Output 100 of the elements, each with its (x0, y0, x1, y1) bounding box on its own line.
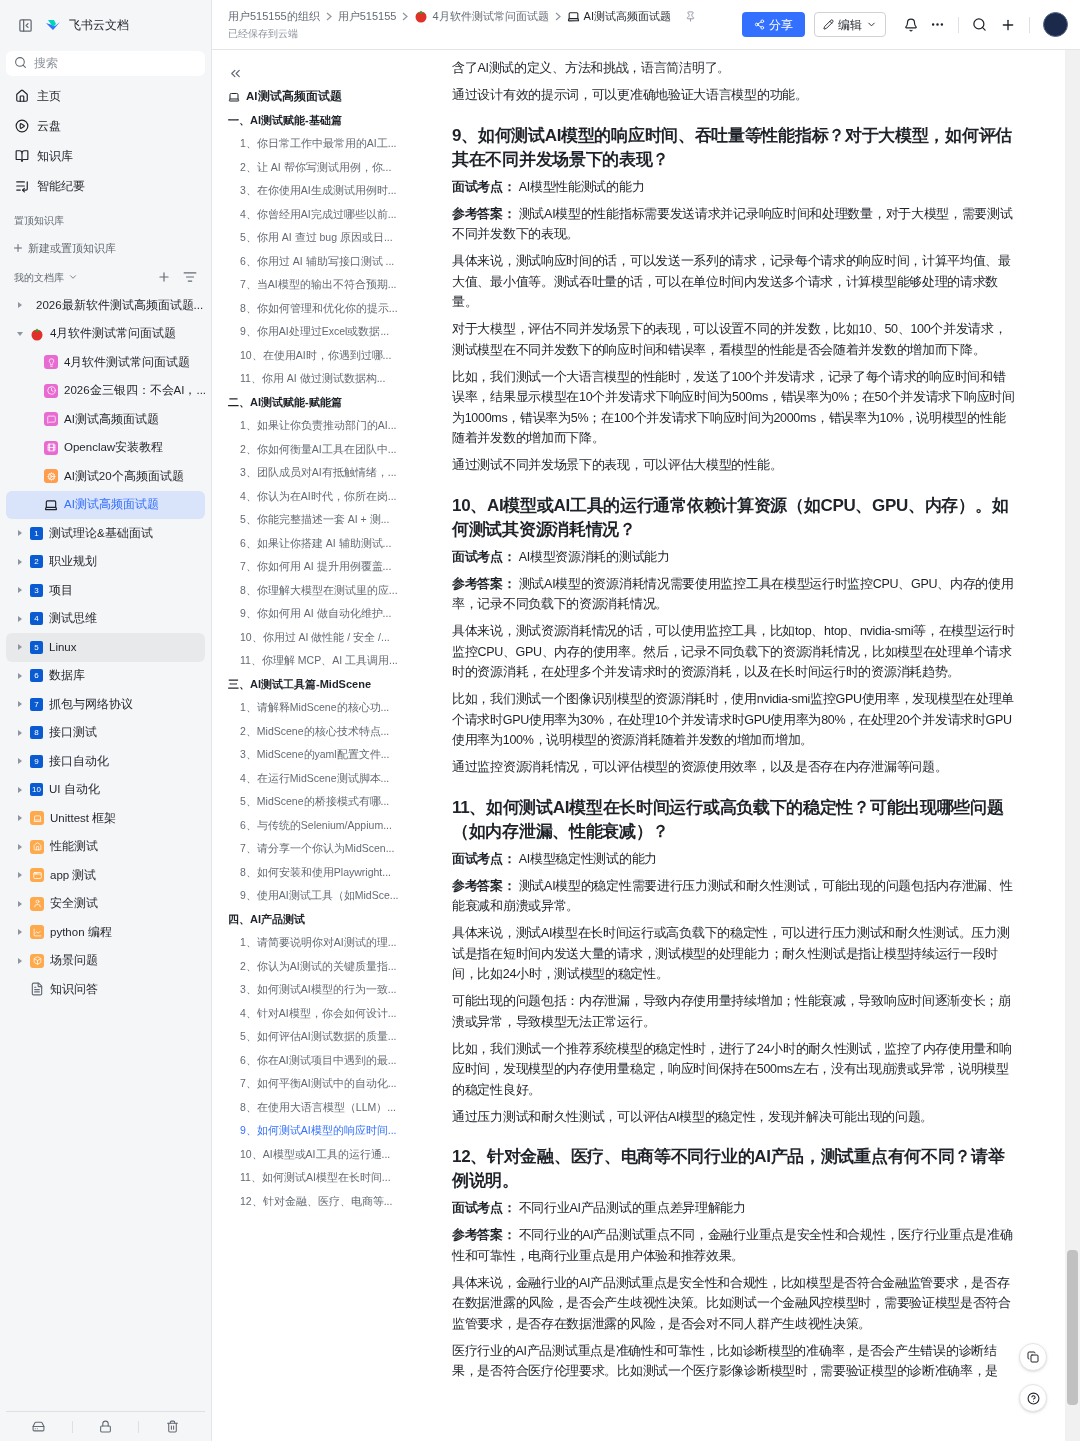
collapse-sidebar-icon[interactable] (18, 17, 33, 33)
outline-item[interactable]: 7、当AI模型的输出不符合预期... (228, 273, 432, 297)
tree-item[interactable]: 3 项目 (6, 576, 205, 605)
outline-item[interactable]: 8、你理解大模型在测试里的应... (228, 578, 432, 602)
caret-icon[interactable] (16, 871, 24, 880)
outline-item[interactable]: 7、你如何用 AI 提升用例覆盖... (228, 555, 432, 579)
outline-item[interactable]: 8、在使用大语言模型（LLM）... (228, 1095, 432, 1119)
outline-item[interactable]: 4、你曾经用AI完成过哪些以前... (228, 202, 432, 226)
search-icon[interactable] (972, 17, 987, 32)
caret-icon[interactable] (16, 728, 24, 737)
help-button[interactable] (1019, 1384, 1047, 1412)
breadcrumb-link[interactable]: 用户515155 (337, 8, 397, 25)
outline-heading[interactable]: 三、AI测试工具篇-MidScene (228, 672, 432, 696)
outline-item[interactable]: 9、你如何用 AI 做自动化维护... (228, 602, 432, 626)
nav-item[interactable]: 知识库 (0, 141, 211, 171)
scrollbar-thumb[interactable] (1067, 1250, 1078, 1405)
breadcrumb-link[interactable]: AI测试高频面试题 (566, 8, 671, 25)
avatar[interactable] (1043, 12, 1068, 37)
breadcrumb-link[interactable]: 4月软件测试常问面试题 (414, 8, 549, 25)
outline-item[interactable]: 11、你理解 MCP、AI 工具调用... (228, 649, 432, 673)
outline-item[interactable]: 3、团队成员对AI有抵触情绪，... (228, 461, 432, 485)
tree-item[interactable]: 5 Linux (6, 633, 205, 662)
caret-icon[interactable] (16, 529, 24, 538)
caret-icon[interactable] (16, 643, 24, 652)
tree-item[interactable]: 7 抓包与网络协议 (6, 690, 205, 719)
outline-item[interactable]: 5、MidScene的桥接模式有哪... (228, 790, 432, 814)
tree-item[interactable]: 2026最新软件测试高频面试题... (6, 291, 205, 320)
outline-item[interactable]: 9、你用AI处理过Excel或数据... (228, 320, 432, 344)
outline-item[interactable]: 9、使用AI测试工具（如MidSce... (228, 884, 432, 908)
tree-item[interactable]: 安全测试 (6, 889, 205, 918)
outline-item[interactable]: 11、如何测试AI模型在长时间... (228, 1166, 432, 1190)
outline-item[interactable]: 6、你用过 AI 辅助写接口测试 ... (228, 249, 432, 273)
caret-icon[interactable] (16, 928, 24, 937)
outline-item[interactable]: 4、针对AI模型，你会如何设计... (228, 1001, 432, 1025)
search-field[interactable]: 搜索 (6, 50, 205, 76)
outline-item[interactable]: 2、你认为AI测试的关键质量指... (228, 954, 432, 978)
outline-item[interactable]: 2、MidScene的核心技术特点... (228, 719, 432, 743)
caret-icon[interactable] (16, 557, 24, 566)
caret-icon[interactable] (16, 614, 24, 623)
outline-item[interactable]: 6、与传统的Selenium/Appium... (228, 813, 432, 837)
tree-item[interactable]: 1 测试理论&基础面试 (6, 519, 205, 548)
tree-item[interactable]: 性能测试 (6, 832, 205, 861)
caret-icon[interactable] (16, 586, 24, 595)
caret-icon[interactable] (16, 301, 24, 310)
tree-item[interactable]: Unittest 框架 (6, 804, 205, 833)
outline-item[interactable]: 1、如果让你负责推动部门的AI... (228, 414, 432, 438)
tree-item[interactable]: AI测试20个高频面试题 (6, 462, 205, 491)
outline-item[interactable]: 3、在你使用AI生成测试用例时... (228, 179, 432, 203)
tree-item[interactable]: 知识问答 (6, 975, 205, 1004)
outline-item[interactable]: 12、针对金融、医疗、电商等... (228, 1189, 432, 1213)
drive-icon[interactable] (32, 1420, 46, 1433)
outline-heading[interactable]: 二、AI测试赋能-赋能篇 (228, 390, 432, 414)
outline-item[interactable]: 1、你日常工作中最常用的AI工... (228, 132, 432, 156)
outline-item[interactable]: 6、如果让你搭建 AI 辅助测试... (228, 531, 432, 555)
new-pinned-button[interactable]: 新建或置顶知识库 (0, 233, 211, 263)
share-button[interactable]: 分享 (742, 12, 805, 37)
outline-item[interactable]: 1、请解释MidScene的核心功... (228, 696, 432, 720)
outline-item[interactable]: 2、让 AI 帮你写测试用例，你... (228, 155, 432, 179)
caret-icon[interactable] (16, 785, 24, 794)
tree-item[interactable]: 4月软件测试常问面试题 (6, 319, 205, 348)
nav-item[interactable]: 主页 (0, 81, 211, 111)
outline-item[interactable]: 9、如何测试AI模型的响应时间... (228, 1119, 432, 1143)
trash-icon[interactable] (165, 1420, 179, 1433)
tree-item[interactable]: AI测试高频面试题 (6, 405, 205, 434)
list-icon[interactable] (183, 270, 197, 284)
outline-heading[interactable]: 四、AI产品测试 (228, 907, 432, 931)
tree-item[interactable]: 2 职业规划 (6, 547, 205, 576)
outline-heading[interactable]: 一、AI测试赋能-基础篇 (228, 108, 432, 132)
outline-item[interactable]: 5、如何评估AI测试数据的质量... (228, 1025, 432, 1049)
outline-item[interactable]: 10、AI模型或AI工具的运行通... (228, 1142, 432, 1166)
caret-icon[interactable] (16, 671, 24, 680)
nav-item[interactable]: 智能纪要 (0, 171, 211, 201)
outline-item[interactable]: 5、你用 AI 查过 bug 原因或日... (228, 226, 432, 250)
nav-item[interactable]: 云盘 (0, 111, 211, 141)
copy-button[interactable] (1019, 1343, 1047, 1371)
scrollbar[interactable] (1065, 50, 1080, 1441)
outline-item[interactable]: 10、你用过 AI 做性能 / 安全 /... (228, 625, 432, 649)
outline-item[interactable]: 5、你能完整描述一套 AI + 测... (228, 508, 432, 532)
outline-item[interactable]: 4、在运行MidScene测试脚本... (228, 766, 432, 790)
outline-item[interactable]: 7、如何平衡AI测试中的自动化... (228, 1072, 432, 1096)
outline-item[interactable]: 1、请简要说明你对AI测试的理... (228, 931, 432, 955)
tree-item[interactable]: 6 数据库 (6, 661, 205, 690)
tree-item[interactable]: 9 接口自动化 (6, 747, 205, 776)
tree-item[interactable]: 4 测试思维 (6, 604, 205, 633)
breadcrumb-link[interactable]: 用户515155的组织 (228, 8, 320, 25)
outline-title[interactable]: AI测试高频面试题 (228, 85, 432, 109)
tree-item[interactable]: 4月软件测试常问面试题 (6, 348, 205, 377)
caret-icon[interactable] (16, 899, 24, 908)
outline-item[interactable]: 6、你在AI测试项目中遇到的最... (228, 1048, 432, 1072)
outline-item[interactable]: 7、请分享一个你认为MidScen... (228, 837, 432, 861)
outline-item[interactable]: 4、你认为在AI时代，你所在岗... (228, 484, 432, 508)
pin-icon[interactable] (684, 10, 696, 22)
caret-icon[interactable] (16, 329, 24, 338)
tree-item[interactable]: 10 UI 自动化 (6, 775, 205, 804)
caret-icon[interactable] (16, 842, 24, 851)
outline-item[interactable]: 11、你用 AI 做过测试数据构... (228, 367, 432, 391)
caret-icon[interactable] (16, 757, 24, 766)
caret-icon[interactable] (16, 700, 24, 709)
tree-item[interactable]: 8 接口测试 (6, 718, 205, 747)
caret-icon[interactable] (16, 814, 24, 823)
